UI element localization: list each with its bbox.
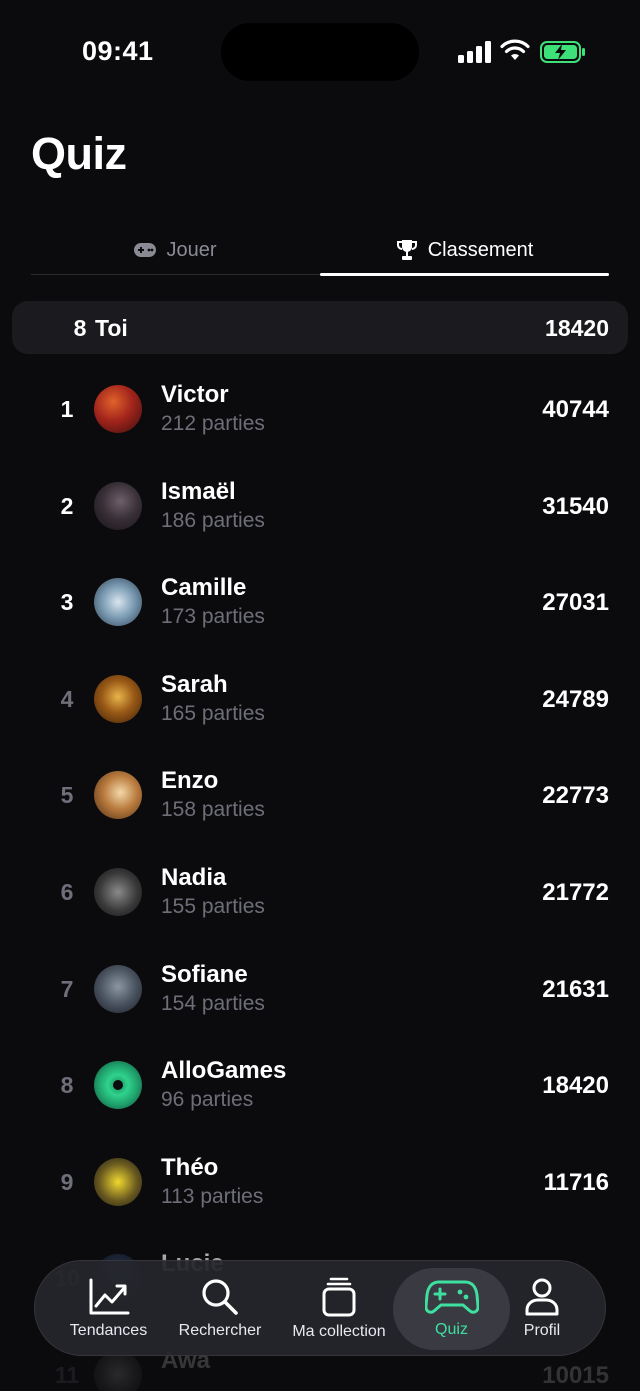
leaderboard-row[interactable]: 6 Nadia 155 parties 21772 [0, 843, 640, 940]
tab-rechercher-label: Rechercher [178, 1322, 262, 1339]
my-rank: 8 [73, 315, 87, 341]
row-games-count: 154 parties [161, 991, 265, 1015]
row-name: Victor [161, 381, 229, 408]
quiz-tabs: Jouer Classement [31, 226, 609, 276]
avatar [94, 674, 142, 723]
row-score: 27031 [542, 589, 609, 617]
row-games-count: 155 parties [161, 895, 265, 918]
my-rank-row[interactable]: 8 Toi 18420 [12, 301, 628, 354]
leaderboard-row[interactable]: 1 Victor 212 parties 40744 [0, 360, 640, 457]
row-score: 18420 [542, 1072, 609, 1100]
row-games-count: 165 parties [161, 701, 265, 725]
my-score: 18420 [545, 315, 609, 341]
disc-center [113, 1080, 123, 1091]
gamepad-icon [424, 1280, 479, 1314]
search-icon [202, 1279, 238, 1315]
avatar [94, 1061, 142, 1110]
row-rank: 9 [60, 1168, 74, 1195]
row-name: Enzo [161, 767, 219, 795]
my-name: Toi [95, 315, 128, 341]
row-score: 21631 [542, 975, 609, 1003]
row-name: Camille [161, 574, 247, 602]
tab-tendances-label: Tendances [69, 1322, 148, 1339]
leaderboard-row[interactable]: 5 Enzo 158 parties 22773 [0, 746, 640, 843]
row-games-count: 158 parties [161, 798, 265, 822]
wifi-icon [500, 39, 530, 60]
bottom-tab-bar: Tendances Rechercher Ma collection Quiz [34, 1260, 606, 1356]
tab-quiz-label: Quiz [435, 1321, 468, 1338]
avatar [94, 964, 142, 1013]
row-rank: 5 [60, 782, 74, 809]
dynamic-island [221, 23, 419, 81]
tab-classement[interactable]: Classement [320, 226, 609, 274]
tab-profil-label: Profil [523, 1322, 561, 1339]
row-name: Ismaël [161, 477, 236, 505]
row-score: 24789 [542, 685, 609, 713]
row-score: 10015 [542, 1362, 609, 1389]
tab-active-indicator [320, 273, 609, 276]
tab-classement-label: Classement [427, 238, 534, 261]
trophy-icon [396, 240, 417, 260]
avatar [94, 385, 142, 433]
row-name: Sarah [161, 670, 228, 698]
row-games-count: 173 parties [161, 605, 265, 629]
avatar [94, 771, 142, 820]
tab-jouer-label: Jouer [166, 238, 217, 261]
avatar [94, 1157, 142, 1206]
page-title: Quiz [31, 128, 127, 179]
leaderboard-row[interactable]: 7 Sofiane 154 parties 21631 [0, 940, 640, 1037]
row-rank: 2 [60, 492, 74, 519]
status-bar: 09:41 [0, 0, 640, 100]
avatar [94, 868, 142, 916]
row-rank: 3 [60, 589, 74, 616]
row-rank: 4 [60, 685, 74, 712]
tab-ma-collection[interactable]: Ma collection [281, 1261, 397, 1357]
row-rank: 6 [60, 879, 74, 905]
status-time: 09:41 [82, 36, 154, 66]
row-games-count: 186 parties [161, 508, 265, 532]
row-score: 22773 [542, 782, 609, 810]
row-name: Théo [161, 1153, 219, 1181]
row-name: AlloGames [161, 1057, 287, 1085]
row-rank: 1 [60, 396, 74, 422]
row-score: 21772 [542, 879, 609, 906]
profile-icon [525, 1278, 559, 1316]
tab-tendances[interactable]: Tendances [55, 1261, 162, 1357]
row-rank: 11 [54, 1362, 80, 1388]
gamepad-icon [134, 243, 157, 257]
leaderboard-list[interactable]: 1 Victor 212 parties 40744 2 Ismaël 186 … [0, 360, 640, 1391]
tab-quiz[interactable]: Quiz [393, 1261, 510, 1357]
tab-ma-collection-label: Ma collection [292, 1323, 386, 1340]
leaderboard-row[interactable]: 3 Camille 173 parties 27031 [0, 553, 640, 650]
row-games-count: 96 parties [161, 1088, 254, 1112]
tab-jouer[interactable]: Jouer [31, 226, 320, 274]
leaderboard-row[interactable]: 2 Ismaël 186 parties 31540 [0, 457, 640, 554]
row-rank: 8 [60, 1072, 74, 1099]
avatar [94, 578, 142, 627]
leaderboard-row[interactable]: 9 Théo 113 parties 11716 [0, 1133, 640, 1230]
row-name: Nadia [161, 864, 227, 891]
row-score: 40744 [542, 396, 609, 423]
cellular-signal-icon [458, 41, 491, 63]
row-games-count: 212 parties [161, 412, 265, 435]
avatar [94, 481, 142, 530]
tab-rechercher[interactable]: Rechercher [167, 1261, 273, 1357]
row-games-count: 113 parties [161, 1184, 264, 1208]
row-score: 11716 [543, 1168, 609, 1196]
battery-charging-icon [540, 41, 585, 63]
row-name: Sofiane [161, 960, 248, 988]
collection-icon [322, 1277, 356, 1317]
row-rank: 7 [60, 975, 74, 1002]
leaderboard-row[interactable]: 8 AlloGames 96 parties 18420 [0, 1036, 640, 1133]
avatar [94, 1351, 142, 1391]
trending-icon [89, 1278, 129, 1315]
row-score: 31540 [542, 492, 609, 520]
leaderboard-row[interactable]: 4 Sarah 165 parties 24789 [0, 650, 640, 747]
tab-profil[interactable]: Profil [511, 1261, 573, 1357]
